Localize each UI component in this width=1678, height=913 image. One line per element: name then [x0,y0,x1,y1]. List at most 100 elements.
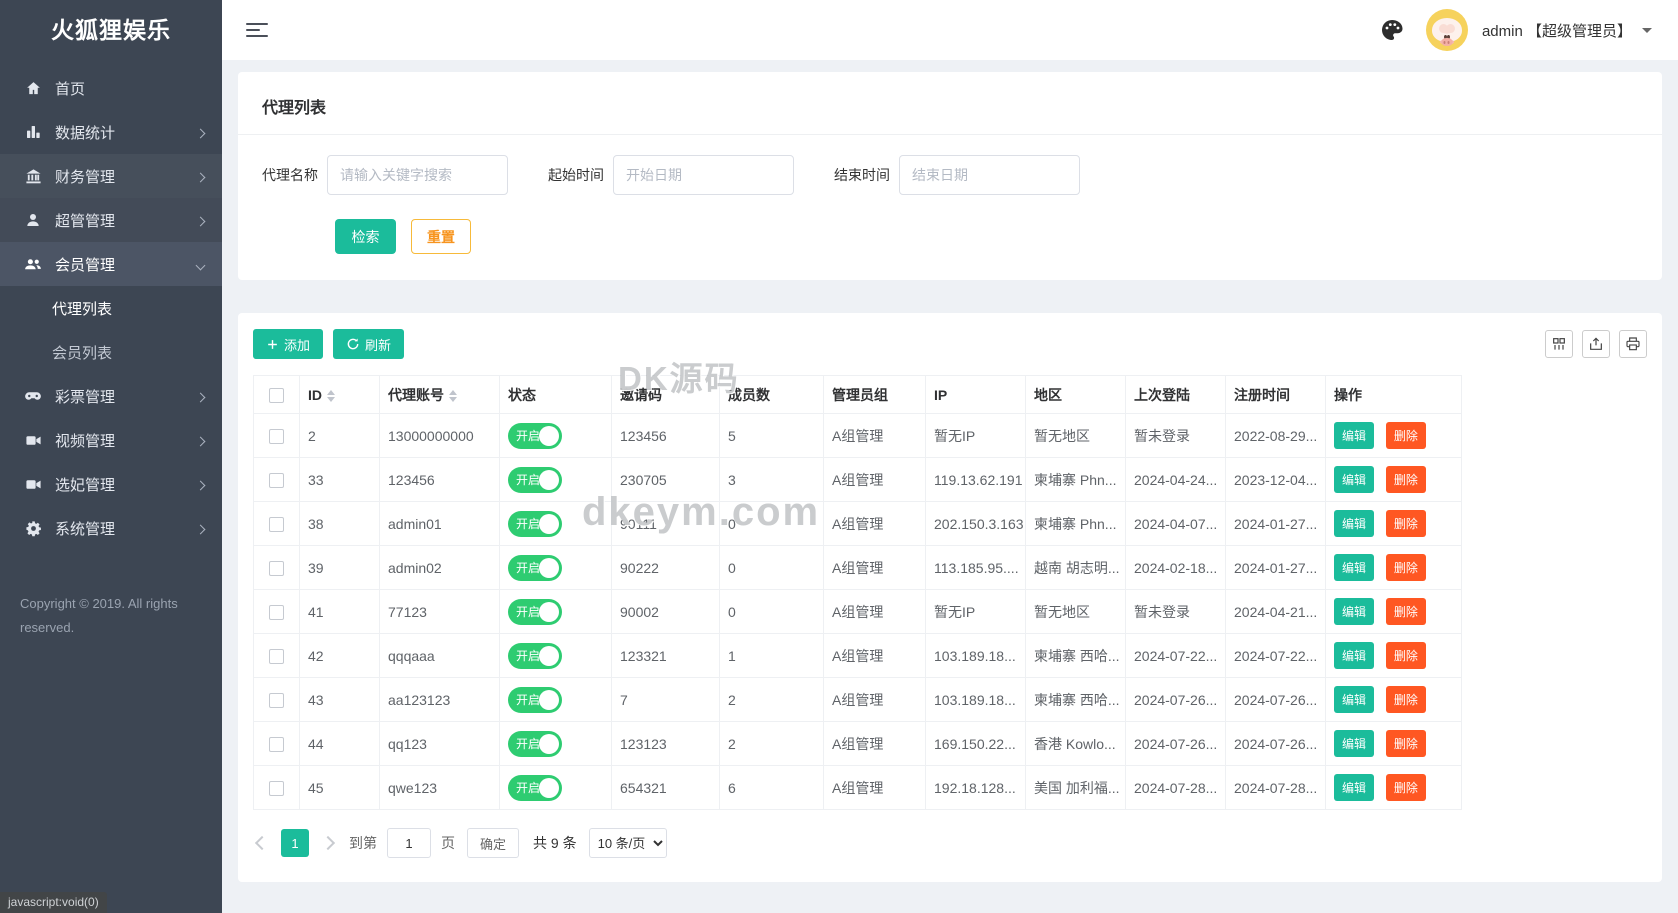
pagination: 1 到第 页 确定 共 9 条 10 条/页 [253,828,1647,858]
next-page-icon[interactable] [320,835,336,851]
sidebar-item-superadmin[interactable]: 超管管理 [0,198,222,242]
sidebar-item-label: 首页 [55,80,86,98]
sidebar-item-home[interactable]: 首页 [0,66,222,110]
sidebar-item-system[interactable]: 系统管理 [0,506,222,550]
sidebar-item-lottery[interactable]: 彩票管理 [0,374,222,418]
edit-button[interactable]: 编辑 [1334,466,1375,493]
delete-button[interactable]: 删除 [1385,686,1426,713]
columns-toggle-button[interactable] [1545,330,1573,358]
cell-status: 开启 [499,413,612,458]
page-number-button[interactable]: 1 [281,829,309,857]
delete-button[interactable]: 删除 [1385,422,1426,449]
start-time-label: 起始时间 [548,167,604,183]
cell-admin-group: A组管理 [823,589,926,634]
agent-name-input[interactable] [327,155,508,195]
delete-button[interactable]: 删除 [1385,774,1426,801]
cell-account: 77123 [379,589,500,634]
add-button[interactable]: 添加 [253,329,324,359]
row-checkbox[interactable] [269,648,284,664]
sidebar-item-label: 数据统计 [55,124,116,142]
prev-page-icon[interactable] [254,835,270,851]
page-unit-label: 页 [441,835,455,851]
sidebar-item-member-list[interactable]: 会员列表 [0,330,222,374]
sidebar-item-concubine[interactable]: 选妃管理 [0,462,222,506]
avatar-pig-face [1431,18,1462,46]
col-header-account[interactable]: 代理账号 [379,375,500,414]
row-checkbox[interactable] [269,736,284,752]
top-header: admin 【超级管理员】 [222,0,1678,60]
cell-reg-time: 2024-07-26... [1225,721,1326,766]
cell-invite-code: 7 [611,677,720,722]
table-row: 41 77123 开启 90002 0 A组管理 暂无IP 暂无地区 暂未登录 … [253,589,1462,634]
delete-button[interactable]: 删除 [1385,466,1426,493]
start-date-input[interactable] [613,155,794,195]
toggle-knob [539,425,559,446]
cell-status: 开启 [499,589,612,634]
delete-button[interactable]: 删除 [1385,730,1426,757]
status-toggle[interactable]: 开启 [508,510,562,537]
status-toggle[interactable]: 开启 [508,466,562,493]
status-toggle[interactable]: 开启 [508,686,562,713]
delete-button[interactable]: 删除 [1385,510,1426,537]
row-checkbox[interactable] [269,560,284,576]
edit-button[interactable]: 编辑 [1334,422,1375,449]
header-right: admin 【超级管理员】 [1380,9,1652,51]
delete-button[interactable]: 删除 [1385,554,1426,581]
sidebar-item-video[interactable]: 视频管理 [0,418,222,462]
cell-admin-group: A组管理 [823,677,926,722]
search-button[interactable]: 检索 [335,219,396,254]
status-toggle[interactable]: 开启 [508,554,562,581]
user-menu-label[interactable]: admin 【超级管理员】 [1482,20,1632,41]
status-toggle[interactable]: 开启 [508,422,562,449]
edit-button[interactable]: 编辑 [1334,510,1375,537]
row-checkbox[interactable] [269,604,284,620]
sidebar-item-finance[interactable]: 财务管理 [0,154,222,198]
status-toggle[interactable]: 开启 [508,598,562,625]
refresh-button[interactable]: 刷新 [333,329,405,359]
confirm-button[interactable]: 确定 [467,828,520,858]
sidebar-item-agent-list[interactable]: 代理列表 [0,286,222,330]
end-date-input[interactable] [899,155,1080,195]
edit-button[interactable]: 编辑 [1334,774,1375,801]
cell-ip: 119.13.62.191 [925,457,1026,502]
page-size-select[interactable]: 10 条/页 [588,828,667,858]
submenu-item-label: 会员列表 [52,344,113,362]
row-checkbox[interactable] [269,780,284,796]
cell-invite-code: 123123 [611,721,720,766]
edit-button[interactable]: 编辑 [1334,642,1375,669]
delete-button[interactable]: 删除 [1385,598,1426,625]
caret-down-icon[interactable] [1642,27,1652,33]
delete-button[interactable]: 删除 [1385,642,1426,669]
row-checkbox[interactable] [269,472,284,488]
cell-status: 开启 [499,677,612,722]
reset-button[interactable]: 重置 [411,219,471,254]
edit-button[interactable]: 编辑 [1334,730,1375,757]
table-toolbar: 添加 刷新 [253,329,1647,359]
status-toggle[interactable]: 开启 [508,774,562,801]
edit-button[interactable]: 编辑 [1334,554,1375,581]
cell-admin-group: A组管理 [823,545,926,590]
row-checkbox[interactable] [269,692,284,708]
sidebar-item-members[interactable]: 会员管理 [0,242,222,286]
goto-page-input[interactable] [387,828,431,858]
avatar[interactable] [1425,9,1468,51]
col-header-id[interactable]: ID [299,375,380,414]
print-button[interactable] [1619,330,1647,358]
menu-icon[interactable] [246,19,268,40]
export-button[interactable] [1582,330,1610,358]
page-title: 代理列表 [262,100,327,117]
sidebar-item-statistics[interactable]: 数据统计 [0,110,222,154]
sort-icon[interactable] [327,389,335,402]
status-toggle[interactable]: 开启 [508,730,562,757]
cell-reg-time: 2023-12-04... [1225,457,1326,502]
cell-member-count: 1 [719,633,824,678]
row-checkbox[interactable] [269,428,284,444]
sort-icon[interactable] [449,389,457,402]
edit-button[interactable]: 编辑 [1334,686,1375,713]
status-toggle[interactable]: 开启 [508,642,562,669]
edit-button[interactable]: 编辑 [1334,598,1375,625]
select-all-checkbox[interactable] [269,387,284,403]
sidebar-item-label: 超管管理 [55,212,116,230]
palette-icon[interactable] [1380,18,1404,42]
row-checkbox[interactable] [269,516,284,532]
